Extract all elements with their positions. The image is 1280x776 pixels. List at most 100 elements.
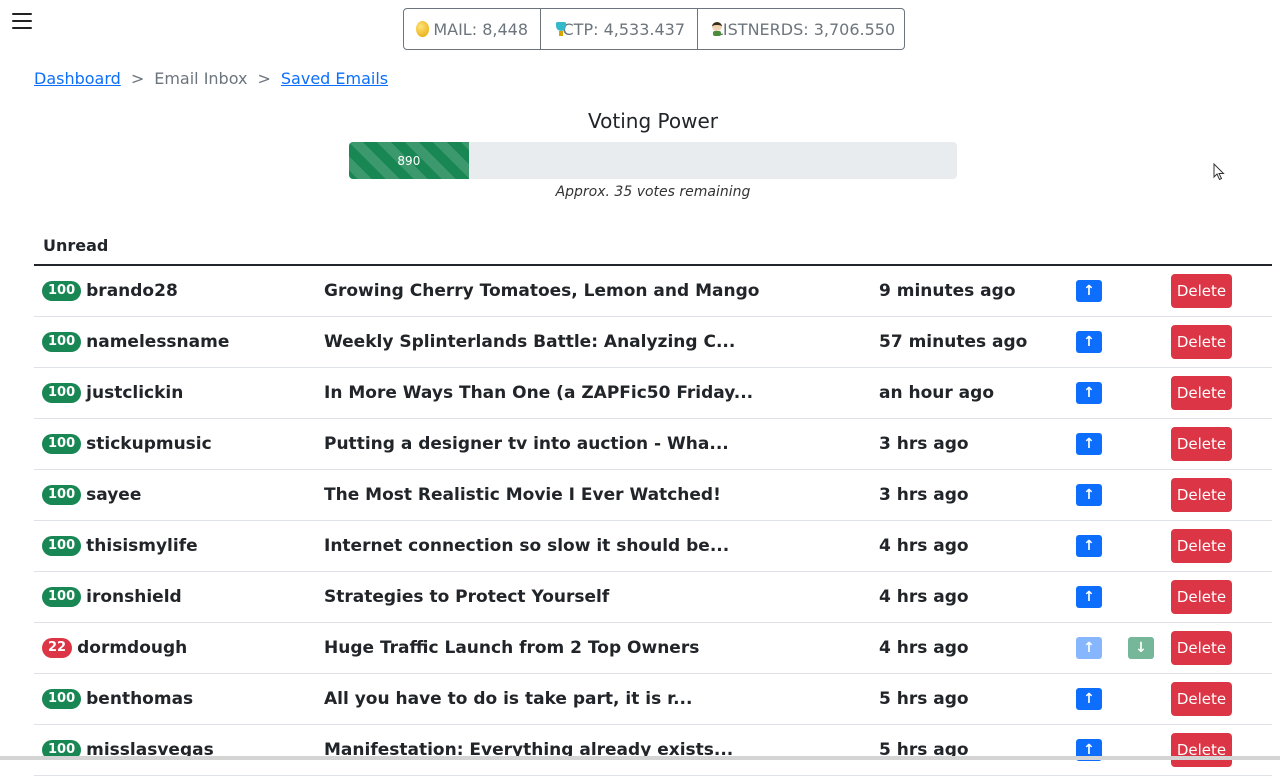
trophy-icon xyxy=(553,21,565,37)
email-time: 3 hrs ago xyxy=(879,485,969,505)
arrow-down-icon: ↓ xyxy=(1135,640,1147,656)
delete-button[interactable]: Delete xyxy=(1171,733,1232,767)
delete-button[interactable]: Delete xyxy=(1171,325,1232,359)
delete-button[interactable]: Delete xyxy=(1171,580,1232,614)
breadcrumb: Dashboard > Email Inbox > Saved Emails xyxy=(34,69,388,88)
score-badge: 100 xyxy=(42,332,82,352)
sender-username[interactable]: ironshield xyxy=(86,587,182,607)
upvote-button[interactable]: ↑ xyxy=(1076,382,1102,404)
email-subject[interactable]: Huge Traffic Launch from 2 Top Owners xyxy=(324,638,699,658)
ctp-balance[interactable]: CTP: 4,533.437 xyxy=(541,9,698,49)
table-row[interactable]: 100 stickupmusic Putting a designer tv i… xyxy=(34,419,1272,470)
mail-balance-label: MAIL: 8,448 xyxy=(433,19,528,39)
table-row[interactable]: 100 namelessname Weekly Splinterlands Ba… xyxy=(34,317,1272,368)
delete-button[interactable]: Delete xyxy=(1171,478,1232,512)
upvote-button[interactable]: ↑ xyxy=(1076,433,1102,455)
breadcrumb-separator: > xyxy=(130,69,145,88)
voting-power-fill: 890 xyxy=(349,142,469,179)
sender-username[interactable]: benthomas xyxy=(86,689,193,709)
email-time: 4 hrs ago xyxy=(879,638,969,658)
mail-balance[interactable]: MAIL: 8,448 xyxy=(404,9,541,49)
delete-button[interactable]: Delete xyxy=(1171,274,1232,308)
sender-username[interactable]: stickupmusic xyxy=(86,434,212,454)
email-subject[interactable]: In More Ways Than One (a ZAPFic50 Friday… xyxy=(324,383,753,403)
arrow-up-icon: ↑ xyxy=(1083,640,1095,656)
listnerds-balance-label: LISTNERDS: 3,706.550 xyxy=(714,19,896,39)
arrow-up-icon: ↑ xyxy=(1083,334,1095,350)
email-table: Unread 100 brando28 Growing Cherry Tomat… xyxy=(34,226,1272,776)
sender-username[interactable]: sayee xyxy=(86,485,141,505)
upvote-button[interactable]: ↑ xyxy=(1076,688,1102,710)
delete-button[interactable]: Delete xyxy=(1171,631,1232,665)
email-subject[interactable]: Growing Cherry Tomatoes, Lemon and Mango xyxy=(324,281,759,301)
upvote-button[interactable]: ↑ xyxy=(1076,280,1102,302)
horizontal-scrollbar[interactable] xyxy=(0,756,1280,760)
score-badge: 100 xyxy=(42,281,82,301)
email-rows: 100 brando28 Growing Cherry Tomatoes, Le… xyxy=(34,266,1272,776)
unread-header: Unread xyxy=(43,235,109,255)
email-subject[interactable]: Putting a designer tv into auction - Wha… xyxy=(324,434,729,454)
token-balances: MAIL: 8,448 CTP: 4,533.437 LISTNERDS: 3,… xyxy=(403,8,905,50)
email-subject[interactable]: Weekly Splinterlands Battle: Analyzing C… xyxy=(324,332,735,352)
email-time: 5 hrs ago xyxy=(879,689,969,709)
email-subject[interactable]: Internet connection so slow it should be… xyxy=(324,536,729,556)
email-time: 57 minutes ago xyxy=(879,332,1028,352)
email-time: 4 hrs ago xyxy=(879,587,969,607)
table-row[interactable]: 100 brando28 Growing Cherry Tomatoes, Le… xyxy=(34,266,1272,317)
hamburger-menu-icon[interactable] xyxy=(12,11,32,31)
score-badge: 100 xyxy=(42,536,82,556)
email-subject[interactable]: The Most Realistic Movie I Ever Watched! xyxy=(324,485,721,505)
score-badge: 100 xyxy=(42,383,82,403)
table-row[interactable]: 100 benthomas All you have to do is take… xyxy=(34,674,1272,725)
sender-username[interactable]: dormdough xyxy=(77,638,187,658)
table-row[interactable]: 100 misslasvegas Manifestation: Everythi… xyxy=(34,725,1272,776)
email-subject[interactable]: Strategies to Protect Yourself xyxy=(324,587,609,607)
voting-power-bar: 890 xyxy=(349,142,957,179)
email-time: 3 hrs ago xyxy=(879,434,969,454)
email-time: an hour ago xyxy=(879,383,994,403)
breadcrumb-separator: > xyxy=(257,69,271,88)
delete-button[interactable]: Delete xyxy=(1171,427,1232,461)
table-row[interactable]: 100 thisismylife Internet connection so … xyxy=(34,521,1272,572)
delete-button[interactable]: Delete xyxy=(1171,682,1232,716)
table-header: Unread xyxy=(34,226,1272,266)
sender-username[interactable]: thisismylife xyxy=(86,536,198,556)
arrow-up-icon: ↑ xyxy=(1083,538,1095,554)
email-subject[interactable]: All you have to do is take part, it is r… xyxy=(324,689,692,709)
email-time: 4 hrs ago xyxy=(879,536,969,556)
arrow-up-icon: ↑ xyxy=(1083,436,1095,452)
upvote-button[interactable]: ↑ xyxy=(1076,637,1102,659)
score-badge: 100 xyxy=(42,434,82,454)
downvote-button[interactable]: ↓ xyxy=(1128,637,1154,659)
ctp-balance-label: CTP: 4,533.437 xyxy=(562,19,686,39)
upvote-button[interactable]: ↑ xyxy=(1076,535,1102,557)
breadcrumb-current: Email Inbox xyxy=(154,69,248,88)
delete-button[interactable]: Delete xyxy=(1171,376,1232,410)
table-row[interactable]: 100 sayee The Most Realistic Movie I Eve… xyxy=(34,470,1272,521)
email-time: 9 minutes ago xyxy=(879,281,1016,301)
table-row[interactable]: 100 ironshield Strategies to Protect You… xyxy=(34,572,1272,623)
breadcrumb-dashboard-link[interactable]: Dashboard xyxy=(34,69,121,88)
upvote-button[interactable]: ↑ xyxy=(1076,331,1102,353)
arrow-up-icon: ↑ xyxy=(1083,283,1095,299)
sender-username[interactable]: justclickin xyxy=(86,383,183,403)
score-badge: 100 xyxy=(42,689,82,709)
arrow-up-icon: ↑ xyxy=(1083,589,1095,605)
voting-power-title: Voting Power xyxy=(588,109,718,133)
sender-username[interactable]: namelessname xyxy=(86,332,229,352)
coins-icon xyxy=(416,21,430,37)
score-badge: 100 xyxy=(42,587,82,607)
arrow-up-icon: ↑ xyxy=(1083,487,1095,503)
arrow-up-icon: ↑ xyxy=(1083,385,1095,401)
arrow-up-icon: ↑ xyxy=(1083,691,1095,707)
upvote-button[interactable]: ↑ xyxy=(1076,484,1102,506)
table-row[interactable]: 22 dormdough Huge Traffic Launch from 2 … xyxy=(34,623,1272,674)
listnerds-balance[interactable]: LISTNERDS: 3,706.550 xyxy=(698,9,904,49)
sender-username[interactable]: brando28 xyxy=(86,281,178,301)
score-badge: 22 xyxy=(42,638,73,658)
table-row[interactable]: 100 justclickin In More Ways Than One (a… xyxy=(34,368,1272,419)
score-badge: 100 xyxy=(42,485,82,505)
delete-button[interactable]: Delete xyxy=(1171,529,1232,563)
breadcrumb-saved-link[interactable]: Saved Emails xyxy=(281,69,388,88)
upvote-button[interactable]: ↑ xyxy=(1076,586,1102,608)
